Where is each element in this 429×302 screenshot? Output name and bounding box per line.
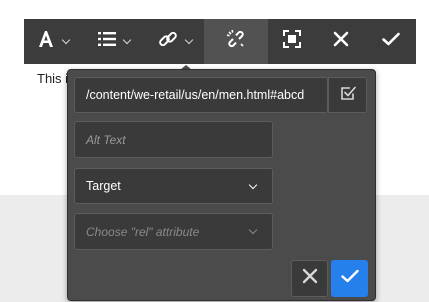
target-select[interactable]: Target xyxy=(74,168,273,204)
alt-text-input[interactable]: Alt Text xyxy=(74,121,273,158)
link-icon xyxy=(158,29,178,54)
unlink-button[interactable] xyxy=(204,19,268,64)
chevron-down-icon xyxy=(248,180,258,190)
link-dialog: /content/we-retail/us/en/men.html#abcd A… xyxy=(67,69,376,301)
close-button[interactable] xyxy=(316,19,366,64)
rte-toolbar xyxy=(24,19,416,64)
format-text-button[interactable] xyxy=(24,19,82,64)
list-icon xyxy=(98,31,116,52)
list-button[interactable] xyxy=(82,19,146,64)
editable-text[interactable]: This i xyxy=(37,71,68,86)
link-path-input[interactable]: /content/we-retail/us/en/men.html#abcd xyxy=(74,77,328,113)
close-icon xyxy=(302,268,318,289)
fullscreen-icon xyxy=(283,30,301,53)
link-button[interactable] xyxy=(146,19,204,64)
target-select-value: Target xyxy=(86,179,121,193)
checkmark-icon xyxy=(382,32,400,51)
rel-select-placeholder: Choose "rel" attribute xyxy=(86,224,200,239)
cancel-button[interactable] xyxy=(291,260,328,297)
text-format-icon xyxy=(37,30,55,53)
fullscreen-button[interactable] xyxy=(268,19,316,64)
chevron-down-icon xyxy=(184,35,194,44)
chevron-down-icon xyxy=(122,35,132,44)
path-browse-button[interactable] xyxy=(328,77,367,113)
chevron-down-icon xyxy=(248,225,258,235)
rel-attribute-select[interactable]: Choose "rel" attribute xyxy=(74,213,273,250)
apply-button[interactable] xyxy=(331,260,368,297)
link-path-value: /content/we-retail/us/en/men.html#abcd xyxy=(86,88,305,102)
checkbox-check-icon xyxy=(340,85,356,106)
unlink-icon xyxy=(226,29,246,54)
confirm-button[interactable] xyxy=(366,19,416,64)
close-icon xyxy=(333,31,349,52)
chevron-down-icon xyxy=(61,35,71,44)
alt-text-placeholder: Alt Text xyxy=(86,132,126,147)
checkmark-icon xyxy=(340,269,359,288)
